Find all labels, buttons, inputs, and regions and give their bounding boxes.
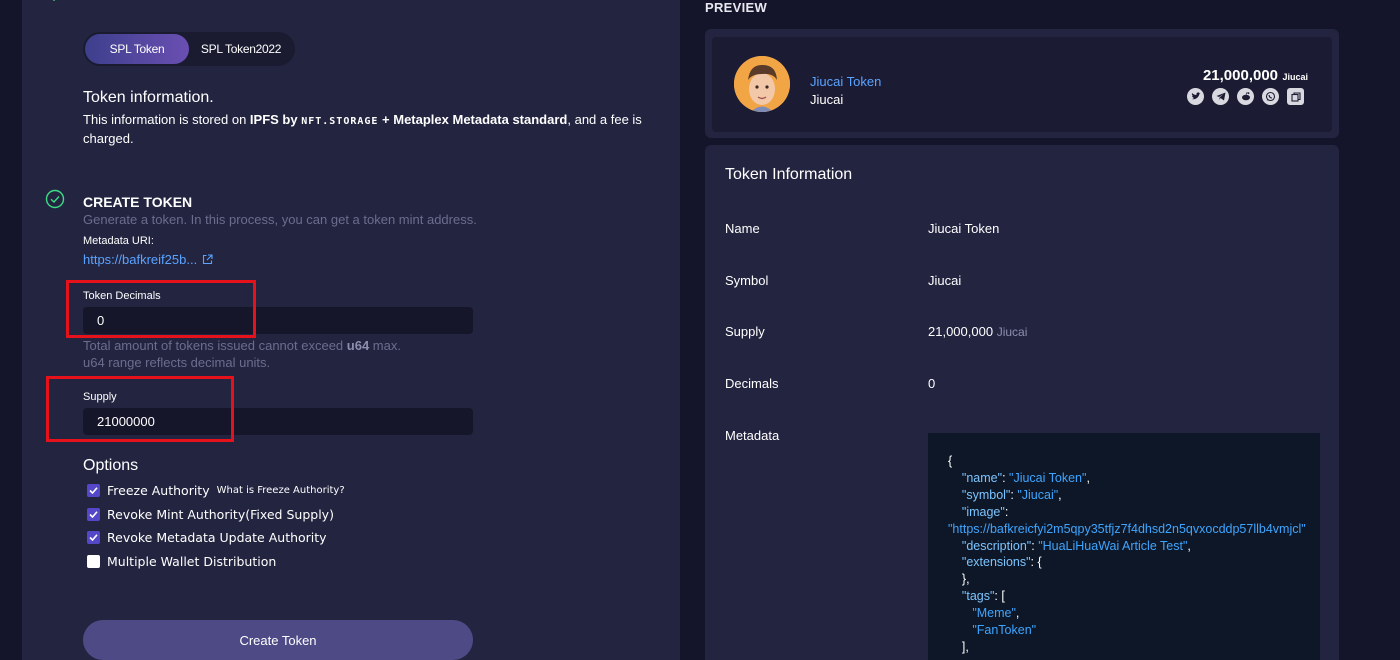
decimals-info-value: 0 (928, 376, 936, 391)
social-links (1187, 88, 1304, 105)
preview-area: PREVIEW Jiucai Token Jiucai 21,000,000 J… (680, 0, 1400, 660)
tab-spl-token2022[interactable]: SPL Token2022 (189, 34, 293, 64)
symbol-value: Jiucai (928, 273, 962, 288)
supply-info-label: Supply (725, 324, 765, 339)
checkbox-checked-icon[interactable] (87, 508, 100, 521)
telegram-icon[interactable] (1212, 88, 1229, 105)
whatsapp-icon[interactable] (1262, 88, 1279, 105)
token-information-card: Token Information Name Jiucai Token Symb… (705, 145, 1339, 660)
metadata-info-label: Metadata (725, 428, 780, 443)
token-symbol: Jiucai (810, 92, 844, 107)
nft-storage-logo: NFT.STORAGE (301, 116, 379, 127)
metadata-json: { "name": "Jiucai Token", "symbol": "Jiu… (948, 454, 1306, 654)
token-name-link[interactable]: Jiucai Token (810, 74, 881, 89)
metadata-json-box: { "name": "Jiucai Token", "symbol": "Jiu… (928, 433, 1320, 660)
metadata-uri-link[interactable]: https://bafkreif25b... (83, 252, 213, 267)
copy-icon[interactable] (1287, 88, 1304, 105)
decimals-info-label: Decimals (725, 376, 779, 391)
freeze-authority-help-link[interactable]: What is Freeze Authority? (217, 485, 345, 496)
option-freeze-authority[interactable]: Freeze Authority What is Freeze Authorit… (87, 483, 345, 498)
preview-title: PREVIEW (705, 0, 768, 15)
token-preview-card: Jiucai Token Jiucai 21,000,000 Jiucai (705, 29, 1339, 138)
option-multiple-wallet[interactable]: Multiple Wallet Distribution (87, 554, 276, 569)
create-token-step-description: Generate a token. In this process, you c… (83, 212, 477, 227)
name-value: Jiucai Token (928, 221, 1000, 236)
supply-input[interactable] (83, 408, 473, 435)
twitter-icon[interactable] (1187, 88, 1204, 105)
token-decimals-label: Token Decimals (83, 290, 161, 302)
check-icon (52, 0, 56, 2)
supply-info-value: 21,000,000 Jiucai (928, 324, 1028, 339)
token-decimals-input[interactable] (83, 307, 473, 334)
metadata-uri-label: Metadata URI: (83, 235, 154, 247)
token-type-tabs: SPL Token SPL Token2022 (83, 32, 295, 66)
step-complete-icon (45, 189, 65, 209)
options-title: Options (83, 457, 139, 474)
reddit-icon[interactable] (1237, 88, 1254, 105)
supply-label: Supply (83, 391, 117, 403)
create-token-step-title: CREATE TOKEN (83, 194, 193, 210)
option-revoke-mint-authority[interactable]: Revoke Mint Authority(Fixed Supply) (87, 507, 334, 522)
name-label: Name (725, 221, 760, 236)
create-token-button[interactable]: Create Token (83, 620, 473, 660)
token-information-description: This information is stored on IPFS by NF… (83, 112, 642, 146)
checkbox-checked-icon[interactable] (87, 484, 100, 497)
supply-hint: Total amount of tokens issued cannot exc… (83, 338, 401, 370)
checkbox-checked-icon[interactable] (87, 531, 100, 544)
external-link-icon (203, 254, 213, 265)
token-information-card-title: Token Information (725, 166, 853, 183)
token-supply: 21,000,000 Jiucai (1202, 67, 1308, 84)
symbol-label: Symbol (725, 273, 769, 288)
tab-spl-token[interactable]: SPL Token (85, 34, 189, 64)
token-avatar (734, 56, 790, 112)
option-revoke-metadata-update[interactable]: Revoke Metadata Update Authority (87, 530, 327, 545)
checkbox-unchecked[interactable] (87, 555, 100, 568)
token-information-title: Token information. (83, 89, 214, 106)
